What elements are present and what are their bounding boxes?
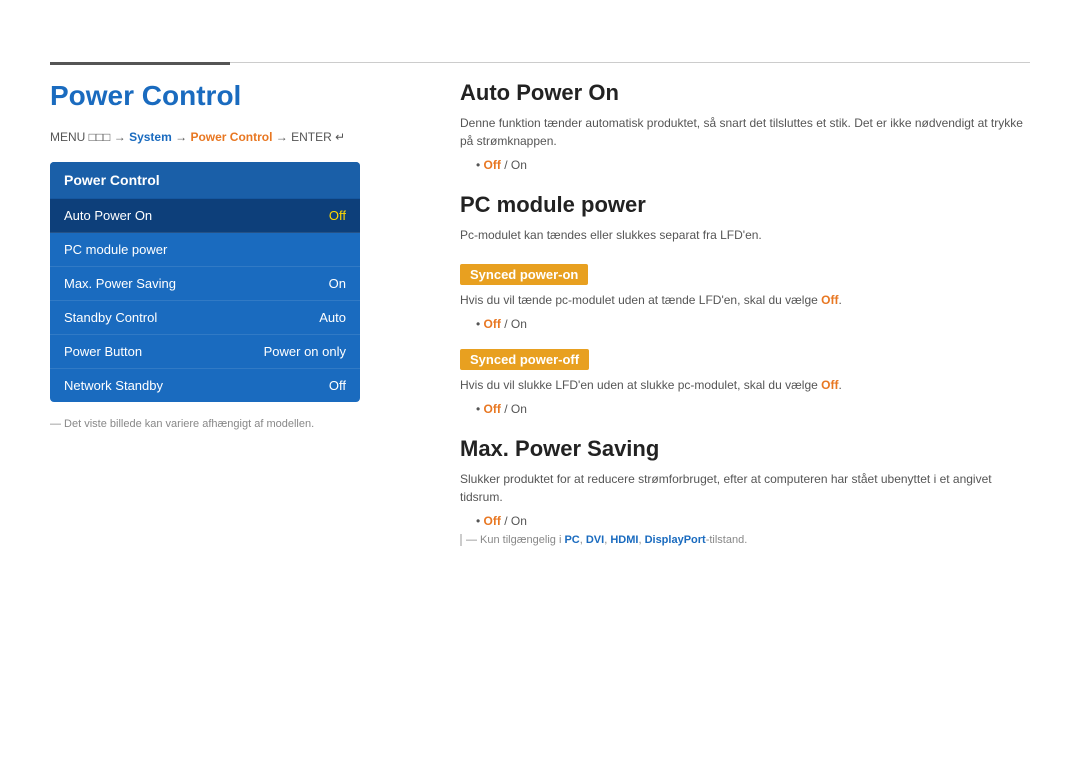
bc-powercontrol: Power Control: [190, 130, 272, 144]
note-displayport: DisplayPort: [645, 534, 706, 546]
footnote: — Det viste billede kan variere afhængig…: [50, 418, 430, 430]
bc-enter: → ENTER ↵: [272, 130, 345, 144]
breadcrumb: MENU □□□ → System → Power Control → ENTE…: [50, 130, 430, 144]
badge-synced-power-off: Synced power-off: [460, 349, 589, 370]
note-max-power: — Kun tilgængelig i PC, DVI, HDMI, Displ…: [460, 534, 1030, 546]
bullet-max-power: Off / On: [476, 514, 1030, 528]
section-title-pc-module: PC module power: [460, 192, 1030, 218]
note-pc: PC: [564, 534, 579, 546]
note-dvi: DVI: [586, 534, 604, 546]
section-desc-auto-power-on: Denne funktion tænder automatisk produkt…: [460, 114, 1030, 150]
badge-synced-power-on: Synced power-on: [460, 264, 588, 285]
menu-item-auto-power-on[interactable]: Auto Power On Off: [50, 199, 360, 233]
section-title-max-power: Max. Power Saving: [460, 436, 1030, 462]
menu-item-power-button[interactable]: Power Button Power on only: [50, 335, 360, 369]
section-desc-pc-module: Pc-modulet kan tændes eller slukkes sepa…: [460, 226, 1030, 244]
menu-item-network-standby[interactable]: Network Standby Off: [50, 369, 360, 402]
synced-on-desc: Hvis du vil tænde pc-modulet uden at tæn…: [460, 291, 1030, 309]
text-off4: Off: [484, 514, 501, 528]
top-accent-line: [50, 62, 230, 65]
section-title-auto-power-on: Auto Power On: [460, 80, 1030, 106]
menu-item-value: Off: [329, 208, 346, 223]
menu-item-label: PC module power: [64, 242, 167, 257]
menu-item-label: Power Button: [64, 344, 142, 359]
note-hdmi: HDMI: [610, 534, 638, 546]
menu-item-value: Auto: [319, 310, 346, 325]
bullet-synced-on: Off / On: [476, 317, 1030, 331]
text-off: Off: [484, 158, 501, 172]
menu-item-label: Network Standby: [64, 378, 163, 393]
bc-menu: MENU □□□ →: [50, 130, 129, 144]
menu-box-title: Power Control: [50, 162, 360, 199]
bullet-auto-power-on: Off / On: [476, 158, 1030, 172]
bc-system: System: [129, 130, 172, 144]
text-off-synced-on: Off: [821, 293, 838, 307]
menu-item-pc-module[interactable]: PC module power: [50, 233, 360, 267]
menu-box: Power Control Auto Power On Off PC modul…: [50, 162, 360, 402]
menu-item-label: Auto Power On: [64, 208, 152, 223]
bullet-synced-off: Off / On: [476, 402, 1030, 416]
text-off-synced-off: Off: [821, 378, 838, 392]
menu-item-value: On: [329, 276, 346, 291]
menu-item-label: Standby Control: [64, 310, 157, 325]
section-desc-max-power: Slukker produktet for at reducere strømf…: [460, 470, 1030, 506]
synced-off-desc: Hvis du vil slukke LFD'en uden at slukke…: [460, 376, 1030, 394]
bc-arrow1: →: [172, 130, 191, 144]
page-title: Power Control: [50, 80, 430, 112]
menu-item-max-power[interactable]: Max. Power Saving On: [50, 267, 360, 301]
menu-item-standby-control[interactable]: Standby Control Auto: [50, 301, 360, 335]
left-column: Power Control MENU □□□ → System → Power …: [50, 80, 430, 430]
right-column: Auto Power On Denne funktion tænder auto…: [460, 80, 1030, 546]
menu-item-label: Max. Power Saving: [64, 276, 176, 291]
text-off3: Off: [484, 402, 501, 416]
menu-item-value: Power on only: [264, 344, 346, 359]
text-off2: Off: [484, 317, 501, 331]
menu-item-value: Off: [329, 378, 346, 393]
